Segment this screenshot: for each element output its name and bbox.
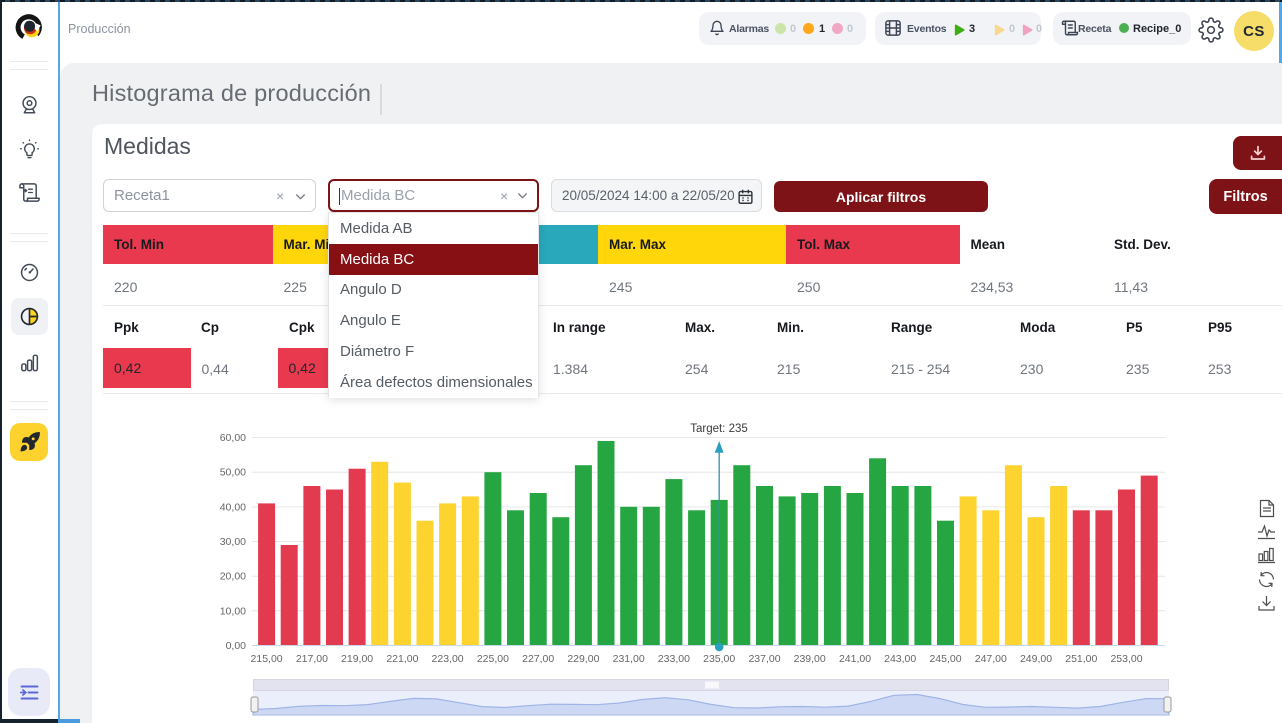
svg-text:243,00: 243,00	[884, 653, 916, 665]
svg-text:Target: 235: Target: 235	[690, 423, 748, 435]
svg-text:239,00: 239,00	[794, 653, 826, 665]
svg-text:225,00: 225,00	[477, 653, 509, 665]
svg-text:237,00: 237,00	[748, 653, 780, 665]
svg-text:20,00: 20,00	[220, 571, 246, 583]
svg-text:253,00: 253,00	[1110, 653, 1142, 665]
svg-text:241,00: 241,00	[839, 653, 871, 665]
svg-text:233,00: 233,00	[658, 653, 690, 665]
svg-text:245,00: 245,00	[929, 653, 961, 665]
svg-text:30,00: 30,00	[220, 536, 246, 548]
svg-text:227,00: 227,00	[522, 653, 554, 665]
svg-text:251,00: 251,00	[1065, 653, 1097, 665]
svg-text:0,00: 0,00	[226, 640, 247, 652]
svg-text:60,00: 60,00	[220, 432, 246, 444]
svg-text:221,00: 221,00	[386, 653, 418, 665]
svg-text:217,00: 217,00	[296, 653, 328, 665]
svg-text:50,00: 50,00	[220, 467, 246, 479]
svg-text:229,00: 229,00	[567, 653, 599, 665]
svg-text:249,00: 249,00	[1020, 653, 1052, 665]
svg-text:231,00: 231,00	[613, 653, 645, 665]
svg-text:10,00: 10,00	[220, 605, 246, 617]
svg-text:40,00: 40,00	[220, 501, 246, 513]
svg-text:223,00: 223,00	[432, 653, 464, 665]
svg-text:219,00: 219,00	[341, 653, 373, 665]
svg-text:247,00: 247,00	[975, 653, 1007, 665]
svg-text:235,00: 235,00	[703, 653, 735, 665]
svg-text:215,00: 215,00	[251, 653, 283, 665]
